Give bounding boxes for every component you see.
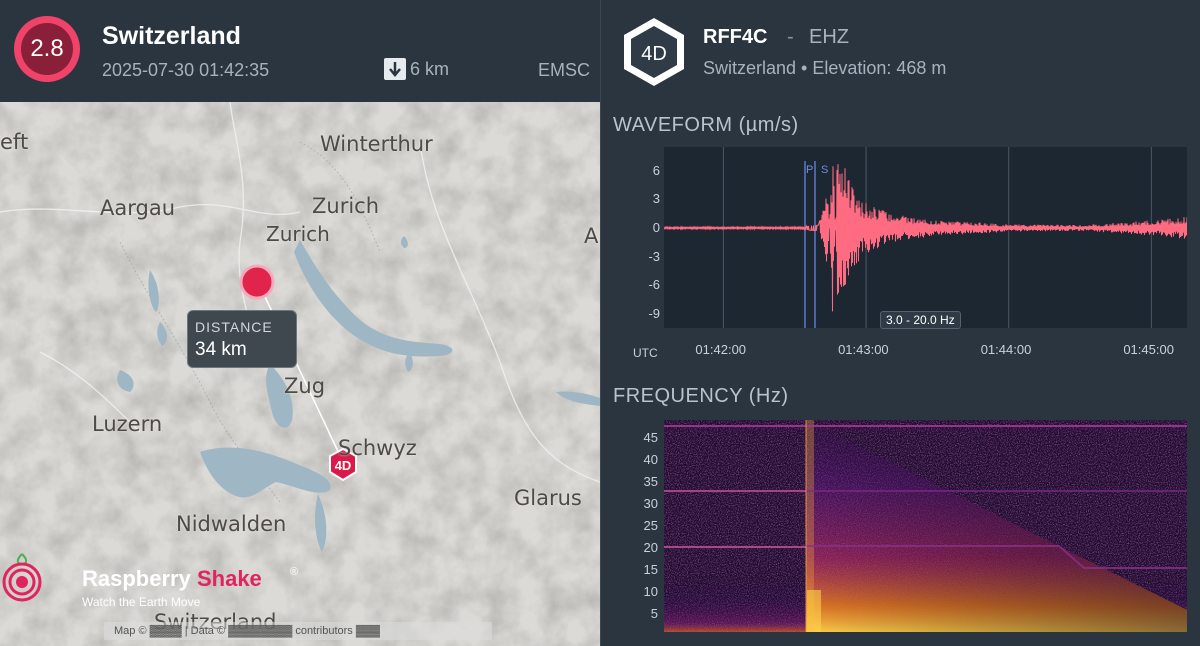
waveform-trace xyxy=(664,164,1187,312)
magnitude-value: 2.8 xyxy=(21,23,73,75)
station-network-badge: 4D xyxy=(624,18,684,86)
waveform-plot[interactable]: P S 3.0 - 20.0 Hz xyxy=(664,147,1187,329)
filter-band: 3.0 - 20.0 Hz xyxy=(880,311,961,329)
waveform-x-tick: 01:42:00 xyxy=(695,342,747,357)
waveform-x-tick: 01:43:00 xyxy=(838,342,889,357)
waveform-x-tick: 01:44:00 xyxy=(980,342,1032,357)
waveform-x-tick: 01:45:00 xyxy=(1123,342,1174,357)
brand-tagline: Watch the Earth Move xyxy=(82,595,201,609)
waveform-y-tick: 0 xyxy=(652,219,660,235)
map-label-glarus: Glarus xyxy=(514,486,582,510)
s-pick-label: S xyxy=(821,164,828,176)
map[interactable]: 4D Winterthur Aargau Zurich Zurich Zug L… xyxy=(0,102,600,646)
spectrogram-y-tick: 40 xyxy=(643,451,658,467)
event-datetime: 2025-07-30 01:42:35 xyxy=(102,60,270,80)
station-id: RFF4C xyxy=(703,26,768,48)
waveform-y-tick: -9 xyxy=(648,305,660,321)
waveform-y-tick: -6 xyxy=(648,277,660,293)
distance-label: DISTANCE xyxy=(195,319,273,335)
station-channel: EHZ xyxy=(809,26,849,48)
station-separator: - xyxy=(787,26,794,48)
distance-tooltip: DISTANCE 34 km xyxy=(187,310,297,368)
map-label-zurich-city: Zurich xyxy=(266,222,330,246)
brand-raspberry: Raspberry xyxy=(82,566,191,591)
waveform-title: WAVEFORM (µm/s) xyxy=(613,114,799,136)
waveform-y-tick: 3 xyxy=(652,191,660,207)
spectrogram-y-tick: 5 xyxy=(650,606,658,622)
map-attribution[interactable]: Map © ▓▓▓▓ | Data © ▓▓▓▓▓▓▓▓ contributor… xyxy=(104,622,492,640)
waveform-svg: P S xyxy=(664,147,1187,328)
network-code: 4D xyxy=(641,43,667,65)
magnitude-badge: 2.8 xyxy=(14,16,80,82)
event-panel: 2.8 Switzerland 2025-07-30 01:42:35 6 km… xyxy=(0,0,600,646)
spectrogram-svg xyxy=(664,420,1187,632)
brand-name: Raspberry Shake xyxy=(82,566,262,592)
map-label-aargau: Aargau xyxy=(100,196,176,220)
distance-value: 34 km xyxy=(195,339,247,360)
map-label-zug: Zug xyxy=(284,374,326,398)
event-marker[interactable] xyxy=(239,264,275,300)
event-header[interactable]: 2.8 Switzerland 2025-07-30 01:42:35 6 km… xyxy=(0,0,600,102)
spectrogram-y-tick: 30 xyxy=(643,495,658,511)
map-label-nidwalden: Nidwalden xyxy=(176,512,287,536)
spectrogram-y-tick: 45 xyxy=(643,429,658,445)
map-label-edge-left: eft xyxy=(0,130,29,154)
spectrogram-y-tick: 15 xyxy=(643,562,658,578)
arrow-down-icon xyxy=(384,58,406,80)
spectrogram-y-tick: 25 xyxy=(643,518,658,533)
station-marker-label: 4D xyxy=(335,458,352,473)
map-label-zurich-canton: Zurich xyxy=(312,194,380,218)
brand-registered: ® xyxy=(290,566,299,578)
raspberry-shake-logo-icon xyxy=(2,553,42,602)
frequency-title: FREQUENCY (Hz) xyxy=(613,385,789,407)
station-panel: 4D RFF4C - EHZ Switzerland • Elevation: … xyxy=(600,0,1200,646)
map-label-edge-right: A xyxy=(584,224,599,248)
brand-shake: Shake xyxy=(196,566,262,591)
station-location: Switzerland • Elevation: 468 m xyxy=(703,58,947,78)
spectrogram-y-tick: 10 xyxy=(643,584,658,600)
p-pick-label: P xyxy=(806,164,813,176)
spectrogram-y-tick: 20 xyxy=(643,540,658,556)
event-region: Switzerland xyxy=(102,22,241,50)
event-depth: 6 km xyxy=(384,58,449,80)
map-label-schwyz: Schwyz xyxy=(338,436,417,460)
depth-value: 6 km xyxy=(410,58,450,79)
event-source: EMSC xyxy=(538,60,591,80)
spectrogram-plot[interactable] xyxy=(664,420,1187,632)
map-label-winterthur: Winterthur xyxy=(320,132,433,156)
utc-label: UTC xyxy=(633,346,658,360)
spectrogram-y-tick: 35 xyxy=(643,473,658,489)
map-label-luzern: Luzern xyxy=(92,412,163,436)
waveform-y-tick: 6 xyxy=(652,162,660,178)
waveform-y-tick: -3 xyxy=(648,248,660,264)
